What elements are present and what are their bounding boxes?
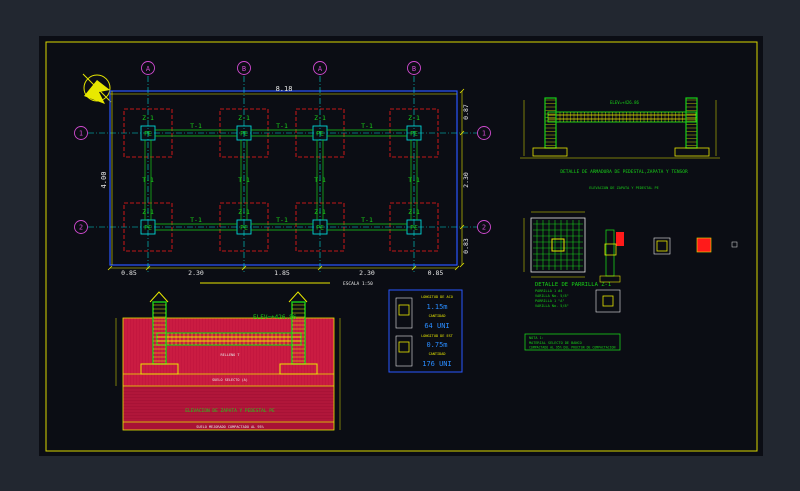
axis-bubble-label: 2	[79, 224, 83, 232]
footing-tag: Z-1	[314, 114, 326, 122]
cad-drawing-canvas: A B A B1 12 2 PEZ-1PEZ-1PEZ-1PEZ-1PEZ-1PEZ-1P…	[39, 36, 763, 456]
tie-beam-tag: T-1	[190, 216, 202, 224]
bottom-dim-text: 0.85	[121, 269, 137, 277]
footing-tag: Z-1	[142, 208, 154, 216]
overall-width-dim: 8.18	[276, 85, 293, 93]
section-bottom-label: SUELO MEJORADO COMPACTADO AL 95%	[196, 425, 264, 429]
footing-tag: Z-1	[238, 208, 250, 216]
steel-length-value: 1.15m	[426, 303, 447, 311]
right-dim-text: 2.30	[462, 172, 470, 188]
note-line-2: COMPACTADO AL 95% DEL PROCTOR DE COMPACT…	[529, 346, 615, 350]
tie-beam-tag: T-1	[142, 176, 154, 184]
footing-tag: Z-1	[408, 114, 420, 122]
pedestal-tag: PE	[240, 224, 248, 232]
right-dim-text: 0.87	[462, 104, 470, 120]
tie-beam-tag: T-1	[314, 176, 326, 184]
grid-note-1: PARRILLA 1 #4	[535, 289, 562, 293]
tie-beam-tag: T-1	[408, 176, 420, 184]
right-dim-text: 0.83	[462, 238, 470, 254]
axis-bubble-label: 2	[482, 224, 486, 232]
axis-bubble-label: B	[242, 65, 246, 73]
grid-note-2: VARILLA No. 5/8"	[535, 294, 569, 298]
bottom-dim-text: 2.30	[188, 269, 204, 277]
tie-beam-tag: T-1	[361, 122, 373, 130]
axis-bubble-label: 1	[79, 130, 83, 138]
stirrup-qty-label: CANTIDAD	[429, 352, 446, 356]
footing-tag: Z-1	[314, 208, 326, 216]
axis-bubble-label: 1	[482, 130, 486, 138]
pedestal-section-red	[696, 237, 712, 253]
bottom-dim-text: 1.85	[274, 269, 290, 277]
stirrup-length-label: LONGITUD DE EST	[421, 334, 454, 338]
tie-detail-subtitle: ELEVACION DE ZAPATA Y PEDESTAL PE	[589, 186, 659, 190]
section-fill-label: RELLENO T	[221, 353, 241, 357]
grid-detail-title: DETALLE DE PARRILLA Z-1	[535, 282, 611, 288]
footing-tag: Z-1	[142, 114, 154, 122]
section-elevation-label: ELEV=+426.86	[253, 314, 297, 321]
pedestal-tag: PE	[410, 224, 418, 232]
pedestal-tag: PE	[144, 224, 152, 232]
tie-beam-tag: T-1	[276, 216, 288, 224]
bottom-dim-text: 2.30	[359, 269, 375, 277]
tie-detail-elevation: ELEV=+426.86	[610, 100, 639, 105]
pedestal-detail-marker	[616, 232, 624, 246]
steel-qty-value: 64 UNI	[424, 322, 449, 330]
stirrup-length-value: 0.75m	[426, 341, 447, 349]
section-soil-label: SUELO SELECTO (A)	[212, 378, 248, 382]
pedestal-tag: PE	[144, 130, 152, 138]
tie-beam-tag: T-1	[361, 216, 373, 224]
stirrup-qty-value: 176 UNI	[422, 360, 452, 368]
note-line-1: MATERIAL SELECTO DE BANCO	[529, 341, 582, 345]
pedestal-tag: PE	[240, 130, 248, 138]
grid-note-4: VARILLA No. 5/8"	[535, 304, 569, 308]
steel-length-label: LONGITUD DE ACO	[421, 295, 453, 299]
tie-beam-tag: T-1	[276, 122, 288, 130]
note-title: NOTA 1:	[529, 336, 544, 340]
bottom-dim-text: 0.85	[428, 269, 444, 277]
grid-note-3: PARRILLA 1 "A"	[535, 299, 565, 303]
overall-height-dim: 4.00	[100, 172, 108, 189]
right-dimension-group: 0.87 2.30 0.83	[459, 88, 470, 268]
tie-beam-tag: T-1	[238, 176, 250, 184]
pedestal-tag: PE	[316, 130, 324, 138]
pedestal-tag: PE	[410, 130, 418, 138]
axis-bubble-label: B	[412, 65, 416, 73]
footing-tag: Z-1	[408, 208, 420, 216]
pedestal-tag: PE	[316, 224, 324, 232]
tie-detail-title: DETALLE DE ARMADURA DE PEDESTAL,ZAPATA Y…	[560, 169, 688, 175]
tie-beam-tag: T-1	[190, 122, 202, 130]
section-title: ELEVACION DE ZAPATA Y PEDESTAL PE	[185, 408, 275, 414]
footing-tag: Z-1	[238, 114, 250, 122]
plan-scale-label: ESCALA 1:50	[343, 281, 373, 287]
steel-qty-label: CANTIDAD	[429, 314, 446, 318]
